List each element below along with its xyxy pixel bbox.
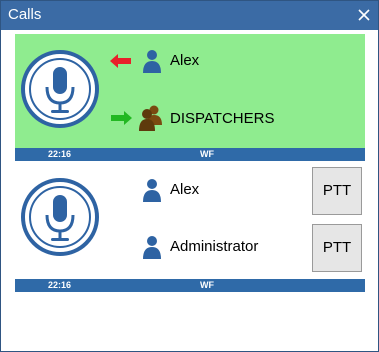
call-status-bar: 22:16 WF: [15, 279, 365, 292]
participant-row: Alex: [142, 176, 302, 204]
ptt-button[interactable]: PTT: [312, 167, 362, 215]
call-status-code: WF: [200, 280, 214, 290]
ptt-button[interactable]: PTT: [312, 224, 362, 272]
call-status-code: WF: [200, 149, 214, 159]
call-status-bar: 22:16 WF: [15, 148, 365, 161]
participant-row: Administrator: [142, 233, 312, 261]
call-card[interactable]: Alex PTT Administrator PTT: [15, 163, 365, 278]
outgoing-arrow-icon: [110, 111, 132, 130]
participant-name: Administrator: [170, 238, 259, 255]
call-time: 22:16: [48, 280, 72, 290]
group-icon: [138, 105, 164, 136]
microphone-icon: [20, 177, 100, 257]
participant-name: Alex: [170, 181, 200, 198]
microphone-icon: [20, 49, 100, 129]
call-time: 22:16: [48, 149, 72, 159]
window-title: Calls: [8, 6, 42, 23]
active-call-card[interactable]: Alex DISPATCHERS: [15, 34, 365, 148]
participant-name: Alex: [170, 52, 200, 69]
participant-name: DISPATCHERS: [170, 110, 275, 127]
user-icon: [142, 178, 162, 207]
participant-row: Alex: [110, 48, 360, 76]
user-icon: [142, 49, 162, 78]
participant-row: DISPATCHERS: [110, 105, 360, 133]
title-bar[interactable]: Calls: [1, 1, 378, 30]
user-icon: [142, 235, 162, 264]
close-icon[interactable]: [356, 7, 372, 23]
incoming-arrow-icon: [110, 54, 132, 73]
